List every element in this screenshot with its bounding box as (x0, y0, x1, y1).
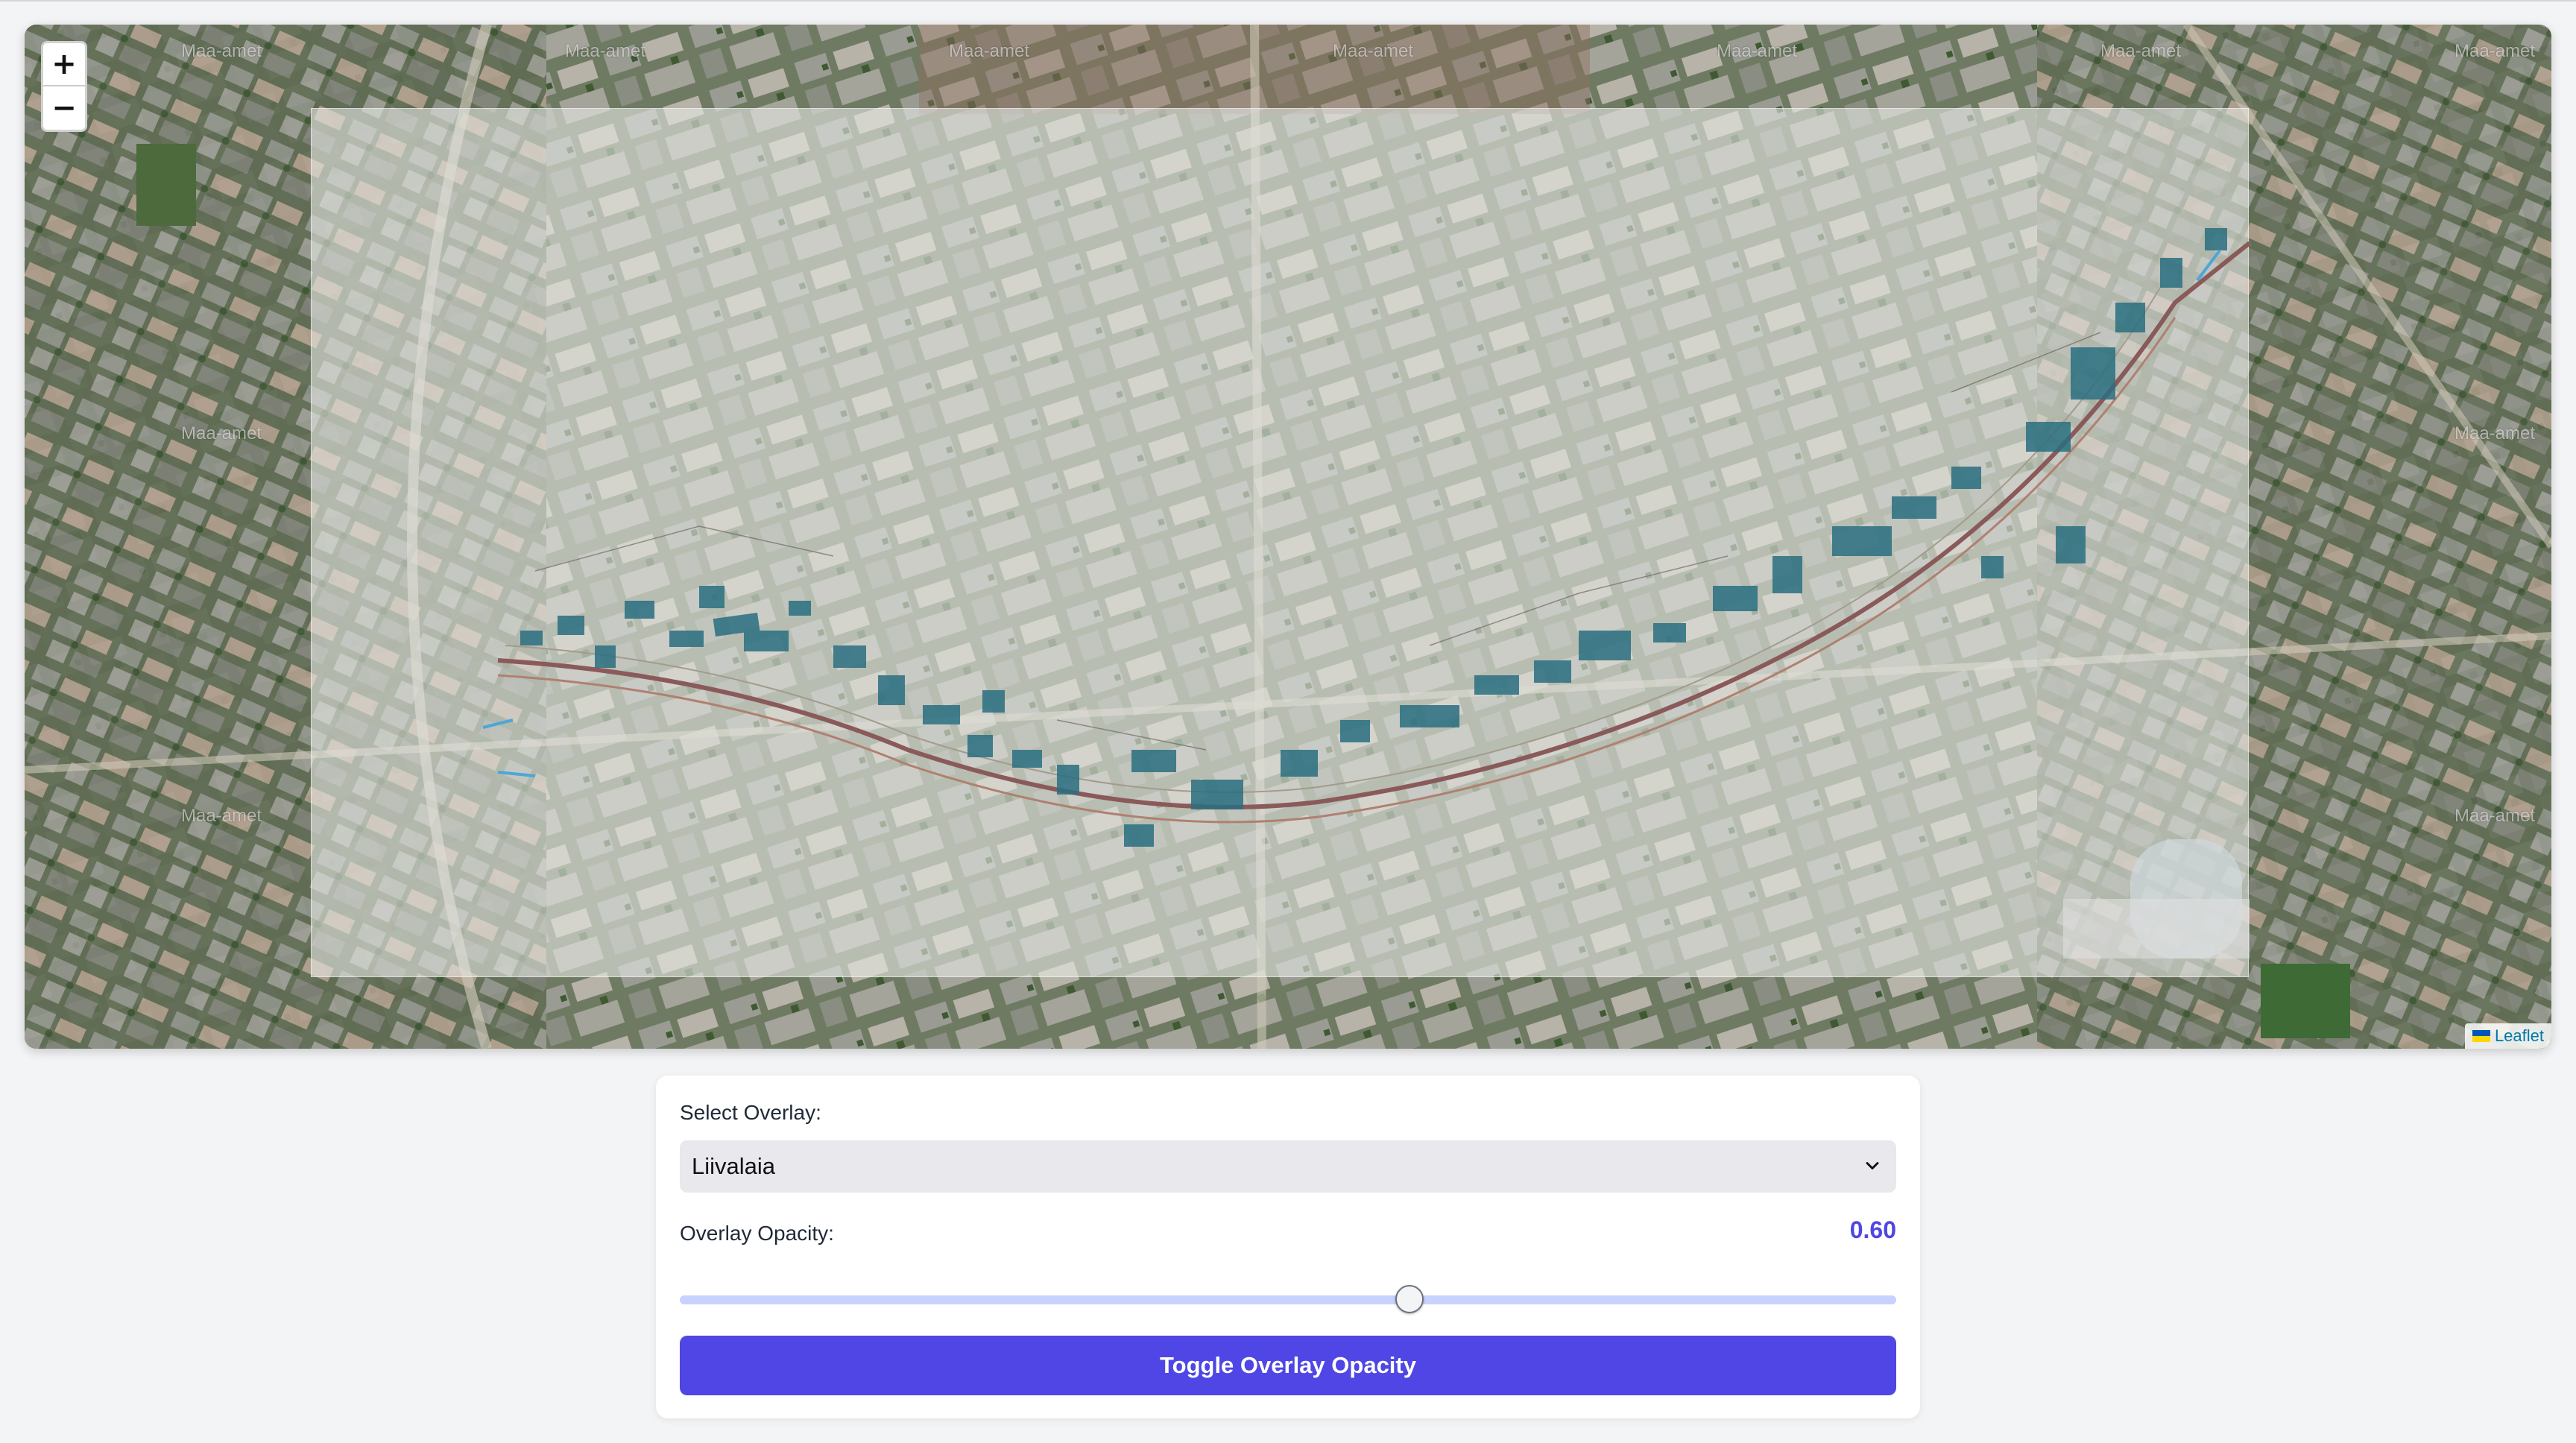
window-top-border (0, 0, 2576, 1)
opacity-label: Overlay Opacity: (680, 1222, 834, 1245)
slider-track[interactable] (680, 1295, 1896, 1304)
zoom-out-button[interactable]: − (43, 86, 85, 130)
watermark: Maa-amet (181, 41, 262, 61)
map-container[interactable]: Maa-amet Maa-amet Maa-amet Maa-amet Maa-… (25, 25, 2551, 1049)
map-attribution: Leaflet (2464, 1023, 2551, 1049)
chevron-down-icon (1866, 1162, 1879, 1169)
watermark: Maa-amet (565, 41, 646, 61)
watermark: Maa-amet (1333, 41, 1414, 61)
control-panel: Select Overlay: Liivalaia Overlay Opacit… (656, 1076, 1920, 1418)
select-overlay-label: Select Overlay: (680, 1101, 821, 1124)
watermark: Maa-amet (2455, 41, 2536, 61)
toggle-opacity-button[interactable]: Toggle Overlay Opacity (680, 1336, 1896, 1395)
watermark: Maa-amet (2455, 806, 2536, 826)
opacity-value: 0.60 (1849, 1216, 1896, 1243)
overlay-select-value: Liivalaia (692, 1153, 776, 1179)
slider-thumb[interactable] (1395, 1285, 1424, 1313)
watermark: Maa-amet (181, 423, 262, 443)
image-overlay (311, 108, 2250, 977)
overlay-select[interactable]: Liivalaia (680, 1140, 1896, 1193)
zoom-control: + − (41, 41, 87, 132)
zoom-in-button[interactable]: + (43, 43, 85, 86)
watermark: Maa-amet (181, 806, 262, 826)
watermark: Maa-amet (2100, 41, 2182, 61)
watermark: Maa-amet (1717, 41, 1798, 61)
watermark: Maa-amet (2455, 423, 2536, 443)
watermark: Maa-amet (949, 41, 1030, 61)
ukraine-flag-icon (2472, 1030, 2490, 1042)
opacity-slider[interactable] (680, 1285, 1896, 1313)
leaflet-link[interactable]: Leaflet (2495, 1026, 2544, 1046)
